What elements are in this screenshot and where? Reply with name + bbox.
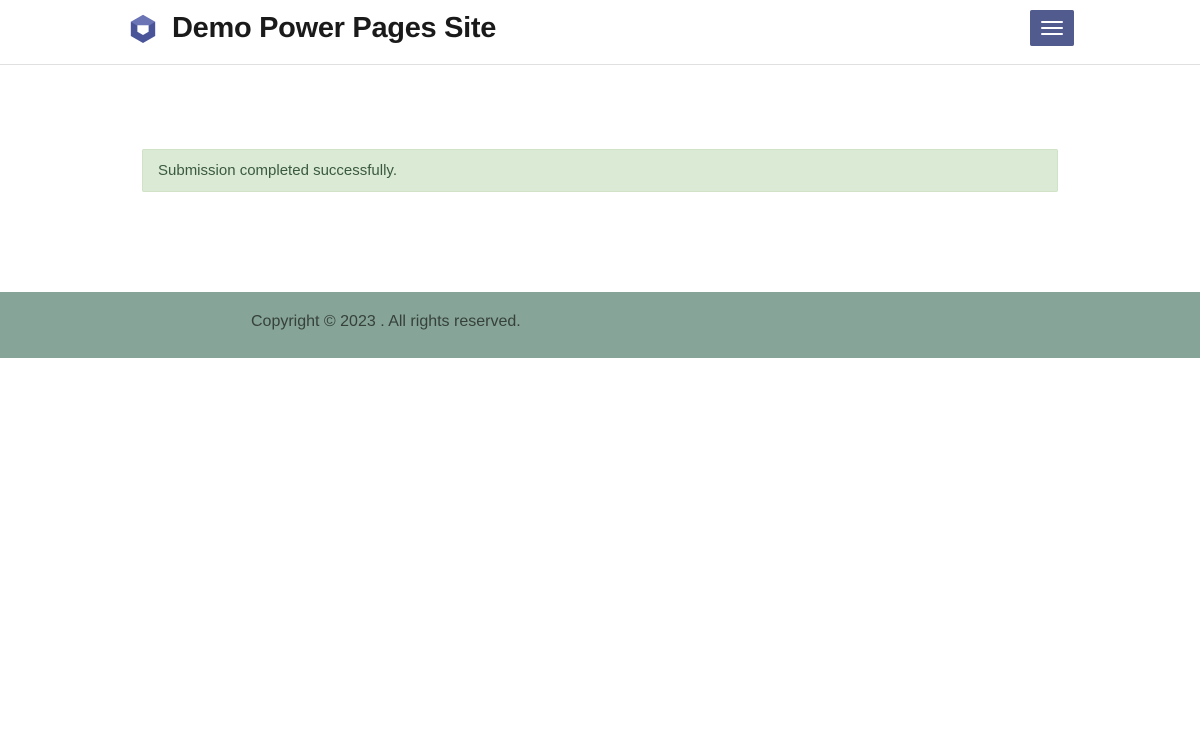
navbar-right bbox=[1030, 10, 1200, 46]
site-title: Demo Power Pages Site bbox=[172, 12, 496, 45]
alert-message: Submission completed successfully. bbox=[158, 162, 397, 179]
content-container: Submission completed successfully. bbox=[142, 149, 1058, 192]
hamburger-bar-icon bbox=[1041, 21, 1063, 23]
hamburger-bar-icon bbox=[1041, 27, 1063, 29]
main-content: Submission completed successfully. bbox=[0, 65, 1200, 292]
top-navbar: Demo Power Pages Site bbox=[0, 0, 1200, 65]
logo-icon bbox=[128, 13, 158, 43]
success-alert: Submission completed successfully. bbox=[142, 149, 1058, 192]
page-footer: Copyright © 2023 . All rights reserved. bbox=[0, 292, 1200, 358]
navbar-brand[interactable]: Demo Power Pages Site bbox=[0, 12, 496, 45]
hamburger-menu-button[interactable] bbox=[1030, 10, 1074, 46]
footer-copyright: Copyright © 2023 . All rights reserved. bbox=[125, 313, 1075, 331]
hamburger-bar-icon bbox=[1041, 33, 1063, 35]
